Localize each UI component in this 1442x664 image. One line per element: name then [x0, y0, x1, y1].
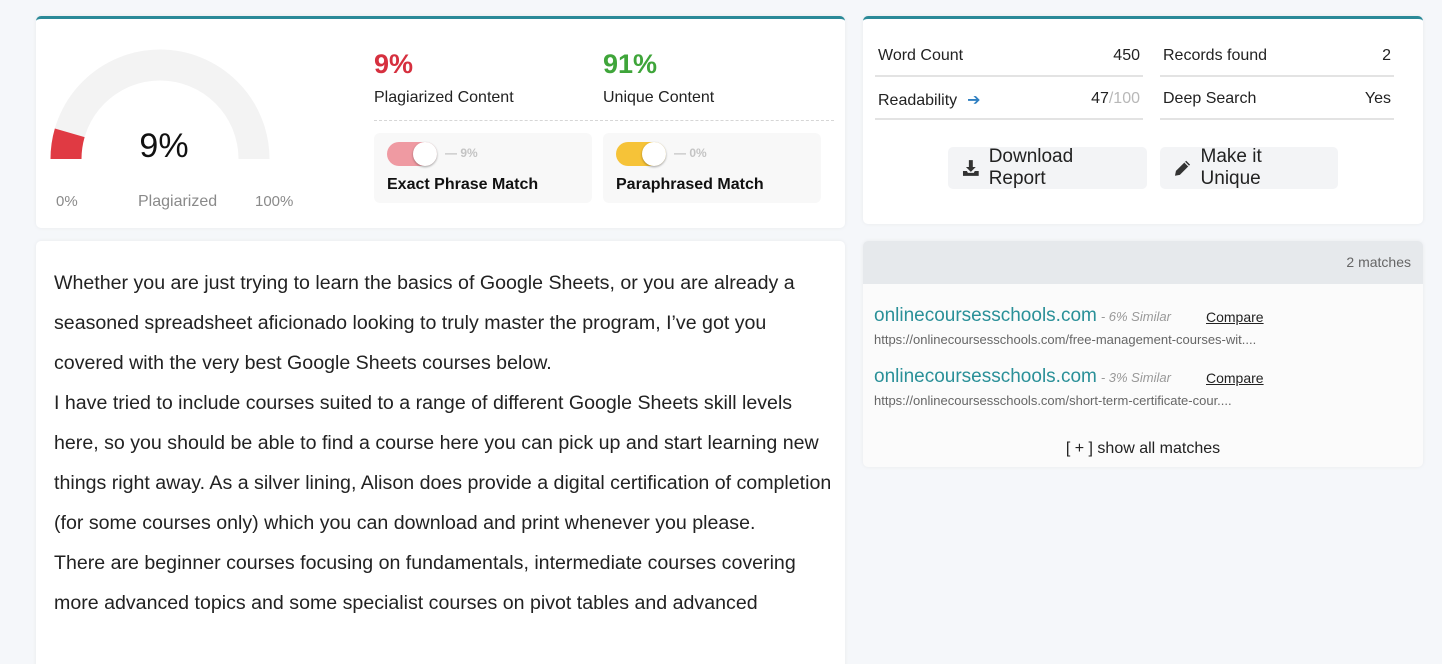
arrow-right-icon[interactable]: ➔ [967, 90, 980, 110]
download-report-button[interactable]: Download Report [948, 146, 1147, 189]
match-similarity: - 3% Similar [1100, 370, 1171, 385]
match-item: onlinecoursesschools.com - 3% Similar Com… [874, 366, 1264, 408]
unique-content-stat: 91% Unique Content [603, 49, 714, 107]
checked-text: Whether you are just trying to learn the… [54, 263, 839, 623]
readability-max: /100 [1108, 90, 1140, 107]
compare-link[interactable]: Compare [1206, 309, 1264, 325]
deep-search-value: Yes [1364, 90, 1391, 107]
plagiarized-content-stat: 9% Plagiarized Content [374, 49, 514, 107]
make-it-unique-button[interactable]: Make it Unique [1160, 146, 1338, 189]
paraphrased-toggle[interactable] [616, 142, 666, 166]
checked-text-card: Whether you are just trying to learn the… [36, 241, 845, 664]
readability-label-wrap: Readability ➔ [878, 90, 981, 110]
paraphrased-percent: — 0% [674, 146, 707, 160]
gauge-value: 9% [139, 127, 189, 165]
plagiarized-percent: 9% [374, 49, 414, 79]
paraphrased-match-box: — 0% Paraphrased Match [603, 133, 821, 203]
make-it-unique-label: Make it Unique [1200, 146, 1262, 189]
text-paragraph: There are beginner courses focusing on f… [54, 552, 796, 614]
show-all-matches-link[interactable]: [ + ] show all matches [863, 440, 1423, 458]
download-icon [962, 160, 979, 176]
match-domain-link[interactable]: onlinecoursesschools.com [874, 366, 1097, 387]
paraphrased-label: Paraphrased Match [616, 176, 764, 193]
records-found-row: Records found 2 [1160, 34, 1394, 77]
match-domain-link[interactable]: onlinecoursesschools.com [874, 305, 1097, 326]
toggle-knob [413, 142, 437, 166]
unique-label: Unique Content [603, 89, 715, 106]
word-count-label: Word Count [878, 47, 964, 64]
text-paragraph: I have tried to include courses suited t… [54, 392, 832, 534]
download-report-label: Download Report [988, 146, 1074, 189]
match-url[interactable]: https://onlinecoursesschools.com/free-ma… [874, 332, 1256, 347]
toggle-knob [642, 142, 666, 166]
plagiarism-gauge: 9% 0% Plagiarized 100% [50, 47, 293, 210]
gauge-max-label: 100% [255, 193, 294, 210]
matches-count: 2 matches [1346, 254, 1411, 270]
readability-row: Readability ➔ 47/100 [875, 77, 1143, 120]
gauge-label: Plagiarized [138, 193, 218, 210]
readability-value-wrap: 47/100 [1091, 90, 1140, 108]
word-count-value: 450 [1113, 47, 1140, 64]
deep-search-label: Deep Search [1163, 90, 1257, 107]
exact-phrase-toggle[interactable] [387, 142, 437, 166]
gauge-min-label: 0% [56, 193, 78, 210]
pencil-icon [1174, 160, 1191, 176]
match-url[interactable]: https://onlinecoursesschools.com/short-t… [874, 393, 1232, 408]
matches-header: 2 matches [863, 241, 1423, 284]
stats-divider [374, 120, 834, 121]
readability-label: Readability [878, 92, 958, 109]
exact-phrase-label: Exact Phrase Match [387, 176, 539, 193]
records-found-label: Records found [1163, 47, 1268, 64]
text-paragraph: Whether you are just trying to learn the… [54, 272, 795, 374]
exact-phrase-percent: — 9% [445, 146, 478, 160]
report-info-card: Word Count 450 Readability ➔ 47/100 Recor… [863, 16, 1423, 224]
matches-card: 2 matches onlinecoursesschools.com - 6% S… [863, 241, 1423, 467]
compare-link[interactable]: Compare [1206, 370, 1264, 386]
exact-phrase-match-box: — 9% Exact Phrase Match [374, 133, 592, 203]
unique-percent: 91% [603, 49, 658, 79]
records-found-value: 2 [1382, 47, 1391, 64]
deep-search-row: Deep Search Yes [1160, 77, 1394, 120]
match-similarity: - 6% Similar [1100, 309, 1171, 324]
readability-value: 47 [1091, 90, 1109, 107]
plagiarism-summary-card: 9% 0% Plagiarized 100% 9% Plagiarized Co… [36, 16, 845, 228]
plagiarized-label: Plagiarized Content [374, 89, 514, 106]
word-count-row: Word Count 450 [875, 34, 1143, 77]
match-item: onlinecoursesschools.com - 6% Similar Com… [874, 305, 1264, 347]
